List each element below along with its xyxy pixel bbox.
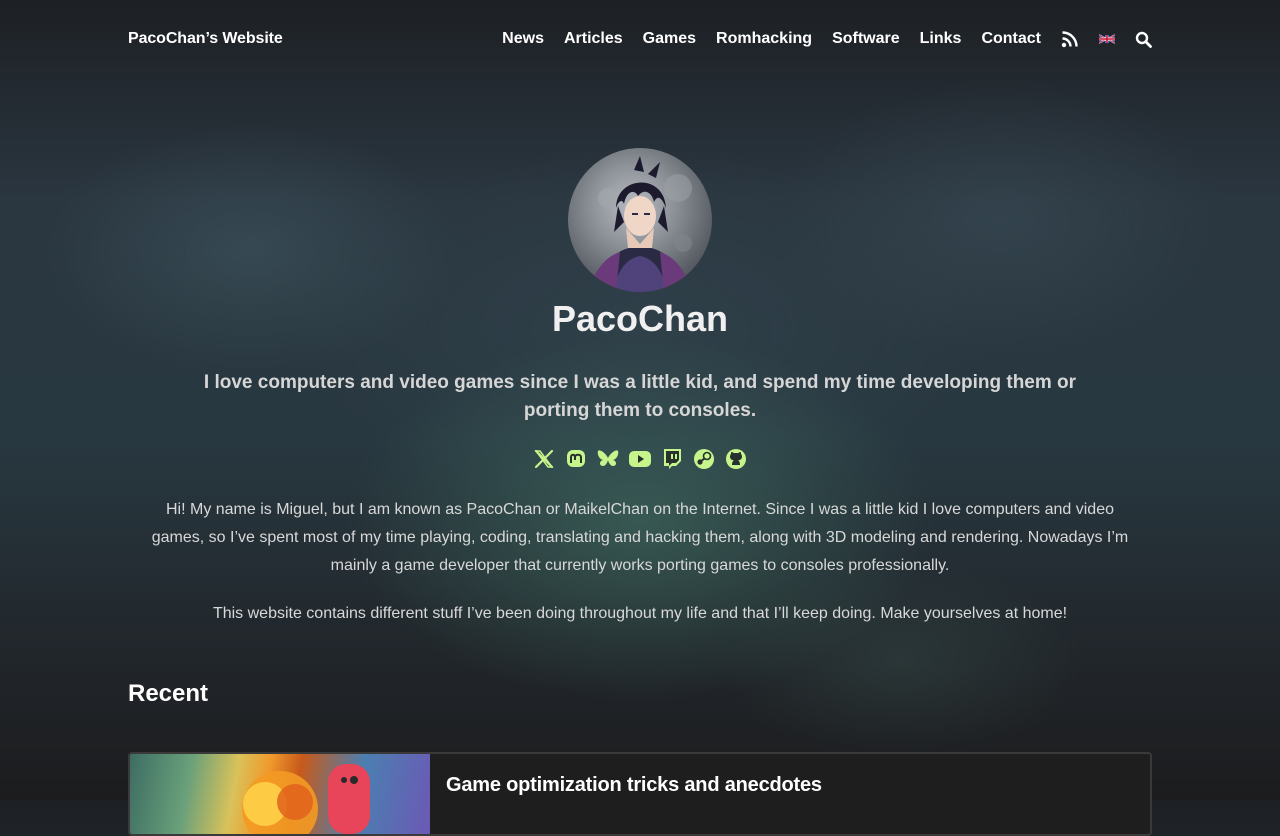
recent-heading: Recent	[128, 680, 209, 707]
profile-tagline: I love computers and video games since I…	[203, 372, 1077, 421]
site-brand-link[interactable]: PacoChan’s Website	[128, 30, 283, 48]
nav-articles[interactable]: Articles	[564, 30, 623, 48]
github-icon[interactable]	[724, 446, 748, 472]
profile-bio: Hi! My name is Miguel, but I am known as…	[151, 501, 1129, 574]
steam-icon[interactable]	[692, 446, 716, 472]
recent-post-card[interactable]: Game optimization tricks and anecdotes	[128, 752, 1152, 836]
twitch-icon[interactable]	[660, 446, 684, 472]
profile-avatar	[568, 148, 712, 292]
uk-flag-icon[interactable]	[1099, 33, 1115, 45]
nav-romhacking[interactable]: Romhacking	[716, 30, 812, 48]
x-icon[interactable]	[532, 446, 556, 472]
bluesky-icon[interactable]	[596, 446, 620, 472]
post-title-link[interactable]: Game optimization tricks and anecdotes	[446, 774, 822, 797]
youtube-icon[interactable]	[628, 446, 652, 472]
main-nav: News Articles Games Romhacking Software …	[482, 30, 1152, 48]
search-icon[interactable]	[1135, 31, 1152, 48]
profile-name: PacoChan	[551, 298, 729, 339]
nav-links[interactable]: Links	[920, 30, 962, 48]
social-links	[0, 446, 1280, 472]
post-thumbnail[interactable]	[130, 754, 430, 834]
rss-icon[interactable]	[1061, 30, 1079, 48]
profile-welcome: This website contains different stuff I’…	[212, 605, 1068, 622]
nav-contact[interactable]: Contact	[981, 30, 1041, 48]
site-header: PacoChan’s Website News Articles Games R…	[128, 24, 1152, 54]
nav-games[interactable]: Games	[643, 30, 696, 48]
nav-news[interactable]: News	[502, 30, 544, 48]
mastodon-icon[interactable]	[564, 446, 588, 472]
nav-software[interactable]: Software	[832, 30, 900, 48]
